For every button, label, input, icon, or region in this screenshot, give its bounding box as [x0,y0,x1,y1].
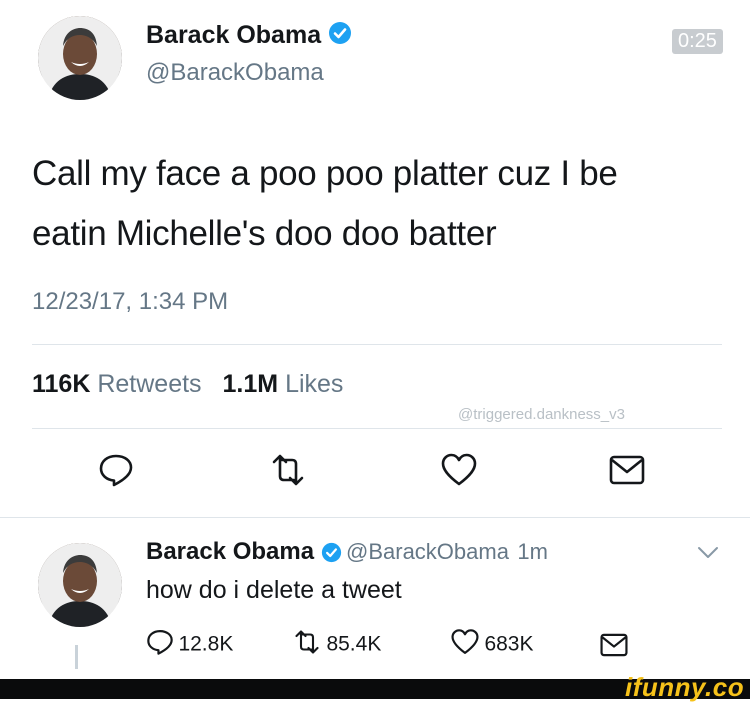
retweets-stat[interactable]: 116K Retweets [32,370,202,398]
reply-avatar[interactable] [38,543,122,627]
main-author-handle[interactable]: @BarackObama [146,59,324,87]
main-avatar[interactable] [38,16,122,100]
reply-action-like[interactable]: 683K [450,628,534,661]
ifunny-logo: ifunny.co [625,672,745,702]
reply-icon [146,628,174,661]
chevron-down-icon[interactable] [697,546,719,565]
message-icon[interactable] [609,455,645,485]
verified-icon [321,542,342,568]
reply-author-name[interactable]: Barack Obama [146,538,314,565]
divider-top [32,344,722,345]
verified-icon [328,21,352,52]
retweet-icon[interactable] [268,452,308,488]
likes-label: Likes [285,370,344,398]
retweet-icon [292,628,322,661]
video-timer: 0:25 [672,29,723,54]
reply-time-ago[interactable]: 1m [517,539,548,564]
retweets-count: 116K [32,370,91,398]
reply-action-reply[interactable]: 12.8K [146,628,233,661]
reply-author-handle[interactable]: @BarackObama [346,539,509,564]
like-icon[interactable] [440,452,478,488]
tweet-timestamp[interactable]: 12/23/17, 1:34 PM [32,288,228,316]
reply-count: 12.8K [178,632,234,656]
reply-header: Barack Obama @BarackObama 1m [146,538,548,568]
tweet-text-line-1: Call my face a poo poo platter cuz I be [32,154,618,193]
message-icon[interactable] [600,633,628,662]
watermark: @triggered.dankness_v3 [458,406,625,423]
divider-middle [32,428,722,429]
tweet-text-line-2: eatin Michelle's doo doo batter [32,214,497,253]
retweets-label: Retweets [97,370,202,398]
likes-stat[interactable]: 1.1M Likes [223,370,344,398]
reply-text: how do i delete a tweet [146,576,402,604]
likes-count: 1.1M [222,370,279,398]
main-author-name-text[interactable]: Barack Obama [146,21,321,49]
like-icon [450,628,480,661]
retweet-count: 85.4K [326,632,382,656]
engagement-stats: 116K Retweets 1.1M Likes [32,370,343,399]
main-author-name[interactable]: Barack Obama [146,21,352,52]
like-count: 683K [484,632,534,656]
divider-bottom [0,517,750,518]
thread-line [75,645,78,669]
reply-icon[interactable] [98,452,134,488]
reply-action-retweet[interactable]: 85.4K [292,628,381,661]
